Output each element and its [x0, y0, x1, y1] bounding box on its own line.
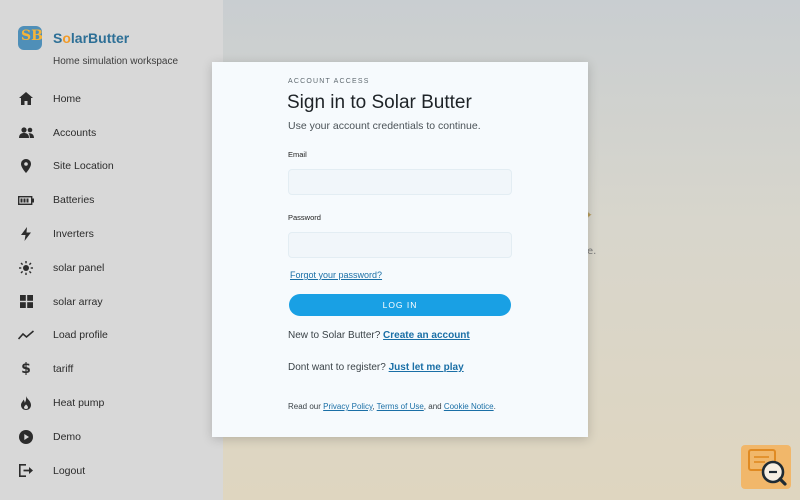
logo: SB: [18, 26, 42, 50]
brand-name-rest: larButter: [70, 30, 130, 46]
sidebar-item-label: Inverters: [53, 228, 94, 241]
trend-icon: [16, 330, 36, 341]
sidebar-item-label: Accounts: [53, 126, 97, 139]
grid-icon: [16, 295, 36, 309]
log-in-button[interactable]: LOG IN: [289, 294, 511, 316]
battery-icon: [16, 195, 36, 205]
cookie-notice-link[interactable]: Cookie Notice: [444, 402, 494, 411]
sidebar-item-inverters[interactable]: Inverters: [0, 217, 223, 251]
lightning-icon: [16, 227, 36, 242]
sidebar-item-solar-array[interactable]: solar array: [0, 285, 223, 319]
legal-and: , and: [423, 402, 442, 411]
sidebar-nav: Home Accounts Site Location Batteries In…: [0, 82, 223, 488]
legal-prefix: Read our: [288, 402, 321, 411]
password-field[interactable]: [288, 232, 512, 258]
brand-subtitle: Home simulation workspace: [53, 56, 179, 67]
brand-name-accent: o: [62, 30, 71, 46]
dialog-eyebrow: ACCOUNT ACCESS: [288, 78, 370, 85]
accounts-icon: [16, 127, 36, 139]
password-label: Password: [288, 213, 321, 222]
forgot-password-link[interactable]: Forgot your password?: [290, 270, 382, 280]
location-pin-icon: [16, 159, 36, 174]
privacy-policy-link[interactable]: Privacy Policy: [323, 402, 372, 411]
sidebar-item-label: Batteries: [53, 194, 95, 207]
legal-notice: Read our Privacy Policy, Terms of Use, a…: [288, 402, 496, 411]
sidebar-item-logout[interactable]: Logout: [0, 454, 223, 488]
terms-of-use-link[interactable]: Terms of Use: [377, 402, 424, 411]
sidebar-item-label: solar array: [53, 295, 103, 308]
sidebar-item-label: Site Location: [53, 160, 114, 173]
sidebar-item-tariff[interactable]: $ tariff: [0, 352, 223, 386]
just-let-me-play-link[interactable]: Just let me play: [389, 362, 464, 373]
logout-icon: [16, 464, 36, 478]
email-field[interactable]: [288, 169, 512, 195]
sidebar: SB SolarButter Home simulation workspace…: [0, 0, 223, 500]
sidebar-item-label: tariff: [53, 363, 74, 376]
sidebar-item-label: Home: [53, 92, 82, 105]
sidebar-item-label: Logout: [53, 464, 86, 477]
search-help-icon: [747, 447, 787, 493]
email-label: Email: [288, 150, 307, 159]
legal-end: .: [493, 402, 496, 411]
sidebar-item-label: Demo: [53, 430, 82, 443]
sun-icon: [16, 260, 36, 275]
sign-in-dialog: ACCOUNT ACCESS Sign in to Solar Butter U…: [212, 62, 588, 437]
brand-name: SolarButter: [53, 30, 129, 46]
dialog-title: Sign in to Solar Butter: [287, 92, 472, 113]
sidebar-item-label: Heat pump: [53, 397, 105, 410]
brand[interactable]: SB SolarButter: [18, 26, 129, 50]
sidebar-item-accounts[interactable]: Accounts: [0, 116, 223, 150]
flame-icon: [16, 396, 36, 411]
sidebar-item-batteries[interactable]: Batteries: [0, 183, 223, 217]
dollar-icon: $: [21, 361, 31, 378]
create-account-link[interactable]: Create an account: [383, 330, 470, 341]
sidebar-item-solar-panel[interactable]: solar panel: [0, 251, 223, 285]
home-icon: [16, 92, 36, 106]
create-account-prefix: New to Solar Butter?: [288, 330, 381, 341]
sidebar-item-site-location[interactable]: Site Location: [0, 150, 223, 184]
sidebar-item-heat-pump[interactable]: Heat pump: [0, 386, 223, 420]
sidebar-item-demo[interactable]: Demo: [0, 420, 223, 454]
sidebar-item-label: Load profile: [53, 329, 108, 342]
background-text-fragment: e.: [587, 246, 597, 257]
play-icon: [16, 429, 36, 444]
dialog-lead: Use your account credentials to continue…: [288, 120, 481, 132]
sidebar-item-label: solar panel: [53, 261, 105, 274]
create-account-line: New to Solar Butter? Create an account: [288, 330, 470, 341]
sidebar-item-load-profile[interactable]: Load profile: [0, 319, 223, 353]
sidebar-item-home[interactable]: Home: [0, 82, 223, 116]
legal-comma: ,: [372, 402, 375, 411]
brand-name-first: S: [53, 30, 63, 46]
guest-play-prefix: Dont want to register?: [288, 362, 386, 373]
guest-play-line: Dont want to register? Just let me play: [288, 362, 464, 373]
logo-text: SB: [21, 28, 42, 44]
